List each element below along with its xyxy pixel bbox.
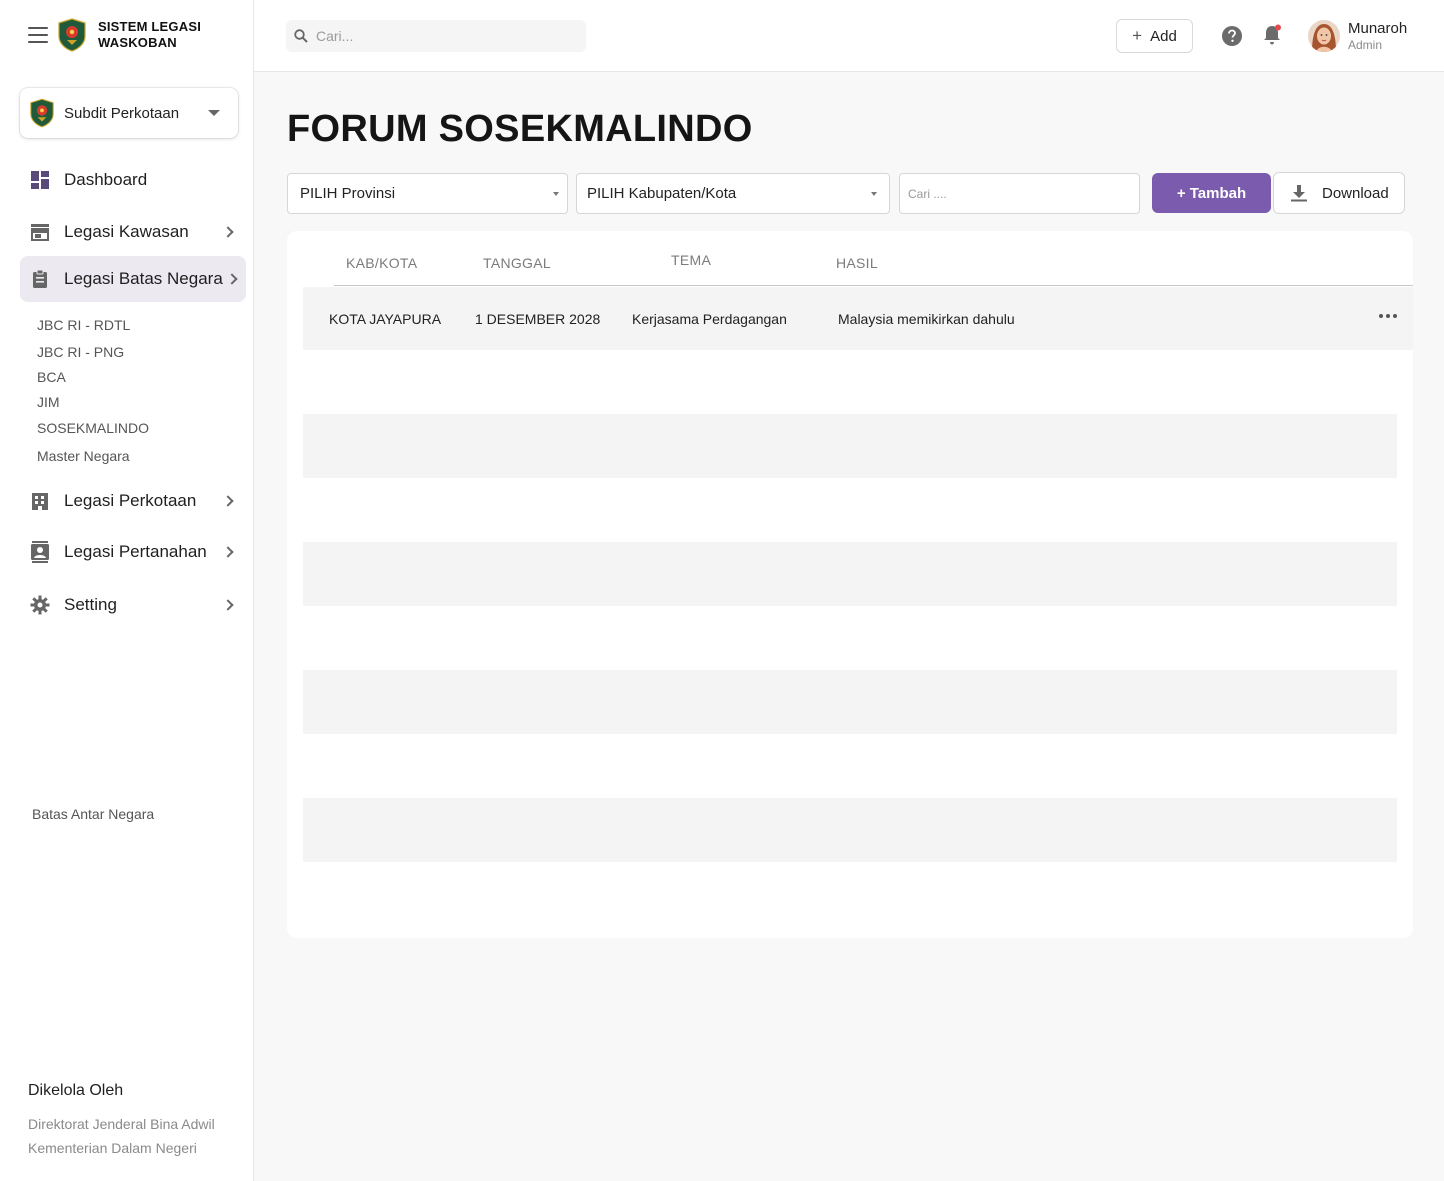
sidebar-item-legasi-batas-negara[interactable]: Legasi Batas Negara: [20, 256, 246, 302]
sidebar-item-label: Legasi Batas Negara: [64, 269, 223, 288]
org-switcher-label: Subdit Perkotaan: [64, 104, 180, 122]
sidebar-item-setting[interactable]: Setting: [20, 582, 246, 628]
notification-dot: [1275, 24, 1281, 31]
sidebar-item-legasi-pertanahan[interactable]: Legasi Pertanahan: [20, 529, 246, 575]
bell-icon[interactable]: [1262, 24, 1282, 46]
data-table: KAB/KOTA TANGGAL TEMA HASIL KOTA JAYAPUR…: [287, 231, 1413, 938]
org-logo: [30, 98, 54, 128]
search-input[interactable]: [316, 28, 566, 44]
download-button[interactable]: Download: [1273, 172, 1405, 214]
sidebar-note: Batas Antar Negara: [32, 806, 155, 822]
more-icon[interactable]: [1379, 314, 1397, 320]
clipboard-icon: [30, 269, 50, 289]
sidebar-item-dashboard[interactable]: Dashboard: [20, 157, 246, 203]
building-icon: [30, 491, 50, 511]
sidebar-item-legasi-perkotaan[interactable]: Legasi Perkotaan: [20, 478, 246, 524]
table-row-empty: [303, 798, 1397, 862]
app-title-line2: WASKOBAN: [98, 35, 177, 50]
subnav-item-master-negara[interactable]: Master Negara: [37, 448, 130, 464]
caret-down-icon: [871, 192, 877, 196]
sidebar: SISTEM LEGASI WASKOBAN Subdit Perkotaan …: [0, 0, 254, 1181]
brand: SISTEM LEGASI WASKOBAN: [28, 18, 201, 52]
help-icon[interactable]: [1222, 26, 1242, 46]
store-icon: [30, 222, 50, 242]
logo: [58, 18, 86, 52]
sidebar-item-legasi-kawasan[interactable]: Legasi Kawasan: [20, 209, 246, 255]
app-title-line1: SISTEM LEGASI: [98, 19, 202, 34]
tambah-button[interactable]: + Tambah: [1152, 173, 1271, 213]
table-row-empty: [303, 542, 1397, 606]
sidebar-item-label: Legasi Pertanahan: [64, 542, 207, 561]
subnav-item-sosekmalindo[interactable]: SOSEKMALINDO: [37, 420, 149, 436]
chevron-right-icon: [226, 273, 238, 285]
topbar: + Add Munaroh Admin: [254, 0, 1444, 72]
column-header-hasil: HASIL: [836, 255, 878, 271]
column-header-tanggal: TANGGAL: [483, 255, 551, 271]
city-select-value: PILIH Kabupaten/Kota: [587, 185, 737, 202]
cell-hasil: Malaysia memikirkan dahulu: [838, 311, 1015, 327]
gear-icon: [30, 595, 50, 615]
user-name: Munaroh: [1348, 20, 1408, 37]
cell-tanggal: 1 DESEMBER 2028: [475, 311, 601, 327]
city-select[interactable]: PILIH Kabupaten/Kota: [576, 173, 890, 214]
subnav-item-jbc-ri-png[interactable]: JBC RI - PNG: [37, 344, 124, 360]
chevron-right-icon: [222, 495, 234, 507]
user-info[interactable]: Munaroh Admin: [1348, 20, 1407, 52]
sidebar-item-label: Setting: [64, 595, 117, 614]
add-button[interactable]: + Add: [1116, 19, 1193, 53]
caret-down-icon: [553, 192, 559, 196]
managed-by-line2: Kementerian Dalam Negeri: [28, 1140, 197, 1156]
cell-tema: Kerjasama Perdagangan: [632, 311, 787, 327]
page-title: FORUM SOSEKMALINDO: [287, 108, 753, 150]
cell-kab-kota: KOTA JAYAPURA: [329, 311, 442, 327]
managed-by-line1: Direktorat Jenderal Bina Adwil: [28, 1116, 215, 1132]
province-select[interactable]: PILIH Provinsi: [287, 173, 568, 214]
managed-by: Dikelola Oleh Direktorat Jenderal Bina A…: [28, 1082, 215, 1160]
sidebar-item-label: Legasi Perkotaan: [64, 491, 197, 510]
subnav-item-jbc-ri-rdtl[interactable]: JBC RI - RDTL: [37, 317, 130, 333]
dashboard-icon: [30, 170, 50, 190]
org-switcher[interactable]: Subdit Perkotaan: [20, 88, 238, 138]
menu-icon[interactable]: [28, 27, 48, 43]
subnav-item-bca[interactable]: BCA: [37, 369, 66, 385]
search-icon: [294, 29, 308, 43]
managed-by-title: Dikelola Oleh: [28, 1082, 124, 1099]
subnav-item-jim[interactable]: JIM: [37, 394, 60, 410]
table-row-empty: [303, 670, 1397, 734]
column-header-tema: TEMA: [671, 252, 712, 268]
avatar[interactable]: [1308, 20, 1340, 52]
sidebar-item-label: Dashboard: [64, 170, 148, 189]
add-button-label: Add: [1150, 27, 1177, 45]
table-row[interactable]: KOTA JAYAPURA 1 DESEMBER 2028 Kerjasama …: [303, 287, 1413, 350]
table-row-empty: [303, 414, 1397, 478]
column-header-kab-kota: KAB/KOTA: [346, 255, 418, 271]
chevron-down-icon: [208, 110, 220, 116]
chevron-right-icon: [222, 546, 234, 558]
chevron-right-icon: [222, 226, 234, 238]
download-button-label: Download: [1322, 184, 1389, 202]
download-icon: [1291, 185, 1307, 202]
user-role: Admin: [1348, 38, 1383, 52]
chevron-right-icon: [222, 599, 234, 611]
plus-icon: +: [1132, 26, 1143, 45]
table-header-divider: [334, 285, 1413, 286]
contact-icon: [30, 541, 50, 563]
sidebar-item-label: Legasi Kawasan: [64, 222, 189, 241]
province-select-value: PILIH Provinsi: [300, 185, 396, 202]
global-search: [286, 20, 586, 52]
filter-search-input[interactable]: [899, 173, 1140, 214]
